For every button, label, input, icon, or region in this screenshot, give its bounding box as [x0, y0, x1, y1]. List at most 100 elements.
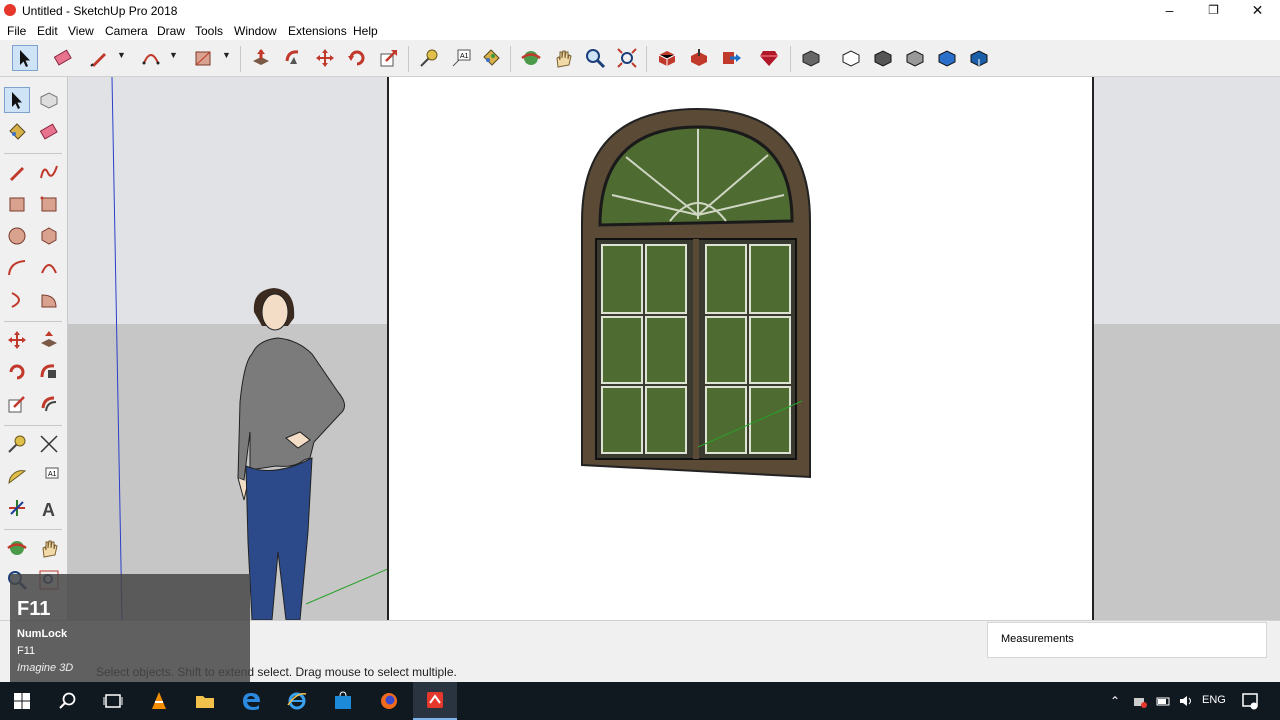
rotate-tool-button[interactable] — [344, 45, 370, 71]
menu-camera[interactable]: Camera — [105, 24, 148, 38]
minimize-button[interactable]: – — [1147, 0, 1192, 21]
close-button[interactable]: ✕ — [1235, 0, 1280, 21]
internet-explorer-button[interactable] — [275, 682, 319, 720]
notifications-icon[interactable] — [1241, 692, 1259, 710]
magnifier-icon — [586, 49, 606, 69]
select-tool-button[interactable] — [12, 45, 38, 71]
tray-overflow-icon[interactable]: ⌃ — [1110, 694, 1124, 708]
tape-measure-tool-button[interactable] — [416, 45, 442, 71]
lt-text-button[interactable]: A1 — [36, 463, 62, 489]
lt-component-button[interactable] — [36, 87, 62, 113]
menu-edit[interactable]: Edit — [37, 24, 58, 38]
menu-view[interactable]: View — [68, 24, 94, 38]
push-pull-tool-button[interactable] — [248, 45, 274, 71]
move-icon — [316, 49, 334, 67]
lt-move-button[interactable] — [4, 327, 30, 353]
lt-orbit-button[interactable] — [4, 535, 30, 561]
lt-eraser-button[interactable] — [36, 119, 62, 145]
share-model-button[interactable] — [686, 45, 712, 71]
lt-paint-button[interactable] — [4, 119, 30, 145]
menu-window[interactable]: Window — [234, 24, 277, 38]
lt-rotated-rectangle-button[interactable] — [36, 191, 62, 217]
restore-button[interactable]: ❐ — [1191, 0, 1236, 21]
menu-draw[interactable]: Draw — [157, 24, 185, 38]
vlc-taskbar-button[interactable] — [137, 682, 181, 720]
lt-rectangle-button[interactable] — [4, 191, 30, 217]
lt-pan-button[interactable] — [36, 535, 62, 561]
menu-extensions[interactable]: Extensions — [288, 24, 347, 38]
eraser-tool-button[interactable] — [50, 45, 76, 71]
svg-text:A1: A1 — [460, 53, 469, 60]
warehouse-button[interactable] — [654, 45, 680, 71]
menu-tools[interactable]: Tools — [195, 24, 223, 38]
push-pull-icon — [253, 49, 269, 65]
lt-scale-button[interactable] — [4, 391, 30, 417]
wireframe-style-button[interactable] — [870, 45, 896, 71]
extension-manager-button[interactable] — [756, 45, 782, 71]
text-tool-button[interactable]: A1 — [448, 45, 474, 71]
lt-arc-button[interactable] — [4, 255, 30, 281]
move-tool-button[interactable] — [312, 45, 338, 71]
zoom-tool-button[interactable] — [582, 45, 608, 71]
offset-tool-button[interactable] — [280, 45, 306, 71]
follow-me-icon — [285, 50, 299, 64]
lt-tape-button[interactable] — [4, 431, 30, 457]
chevron-down-icon[interactable]: ▼ — [222, 50, 232, 60]
section-plane-button[interactable] — [798, 45, 824, 71]
lt-2point-arc-button[interactable] — [36, 255, 62, 281]
extension-warehouse-button[interactable] — [718, 45, 744, 71]
chevron-down-icon[interactable]: ▼ — [117, 50, 127, 60]
text-label-icon: A1 — [452, 49, 471, 67]
search-button[interactable] — [46, 682, 90, 720]
lt-circle-button[interactable] — [4, 223, 30, 249]
arched-window[interactable] — [578, 105, 828, 485]
chevron-down-icon[interactable]: ▼ — [169, 50, 179, 60]
lt-line-button[interactable] — [4, 159, 30, 185]
wireframe-box-icon — [874, 50, 892, 67]
lt-select-button[interactable] — [4, 87, 30, 113]
search-icon — [59, 692, 76, 709]
start-button[interactable] — [0, 682, 44, 720]
xray-style-button[interactable] — [838, 45, 864, 71]
eraser-icon — [53, 49, 72, 66]
file-explorer-button[interactable] — [183, 682, 227, 720]
lt-follow-me-button[interactable] — [36, 359, 62, 385]
store-button[interactable] — [321, 682, 365, 720]
shaded-style-button[interactable] — [934, 45, 960, 71]
model-viewport[interactable] — [68, 77, 1280, 620]
orbit-tool-button[interactable] — [518, 45, 544, 71]
lt-3d-text-button[interactable]: A — [36, 495, 62, 521]
lt-3point-arc-button[interactable] — [4, 287, 30, 313]
tray-security-icon[interactable] — [1132, 694, 1148, 708]
scale-figure[interactable] — [228, 282, 368, 620]
battery-icon[interactable] — [1156, 694, 1172, 708]
scale-tool-button[interactable] — [376, 45, 402, 71]
lt-pie-button[interactable] — [36, 287, 62, 313]
firefox-button[interactable] — [367, 682, 411, 720]
lt-axes-button[interactable] — [4, 495, 30, 521]
lt-push-pull-button[interactable] — [36, 327, 62, 353]
lt-polygon-button[interactable] — [36, 223, 62, 249]
lt-dimension-button[interactable] — [36, 431, 62, 457]
textured-style-button[interactable] — [966, 45, 992, 71]
arc-tool-button[interactable] — [138, 45, 164, 71]
lt-offset-button[interactable] — [36, 391, 62, 417]
lt-rotate-button[interactable] — [4, 359, 30, 385]
sketchup-taskbar-button[interactable] — [413, 682, 457, 720]
task-view-button[interactable] — [91, 682, 135, 720]
volume-icon[interactable] — [1178, 694, 1194, 708]
line-tool-button[interactable] — [86, 45, 112, 71]
hand-icon — [556, 50, 572, 68]
edge-button[interactable] — [229, 682, 273, 720]
zoom-extents-tool-button[interactable] — [614, 45, 640, 71]
lt-freehand-button[interactable] — [36, 159, 62, 185]
pan-tool-button[interactable] — [550, 45, 576, 71]
menu-file[interactable]: File — [7, 24, 26, 38]
paint-bucket-tool-button[interactable] — [478, 45, 504, 71]
hidden-line-style-button[interactable] — [902, 45, 928, 71]
menu-help[interactable]: Help — [353, 24, 378, 38]
rectangle-tool-button[interactable] — [190, 45, 216, 71]
lt-protractor-button[interactable] — [4, 463, 30, 489]
input-language-indicator[interactable]: ENG — [1202, 694, 1226, 706]
freehand-icon — [40, 165, 58, 179]
